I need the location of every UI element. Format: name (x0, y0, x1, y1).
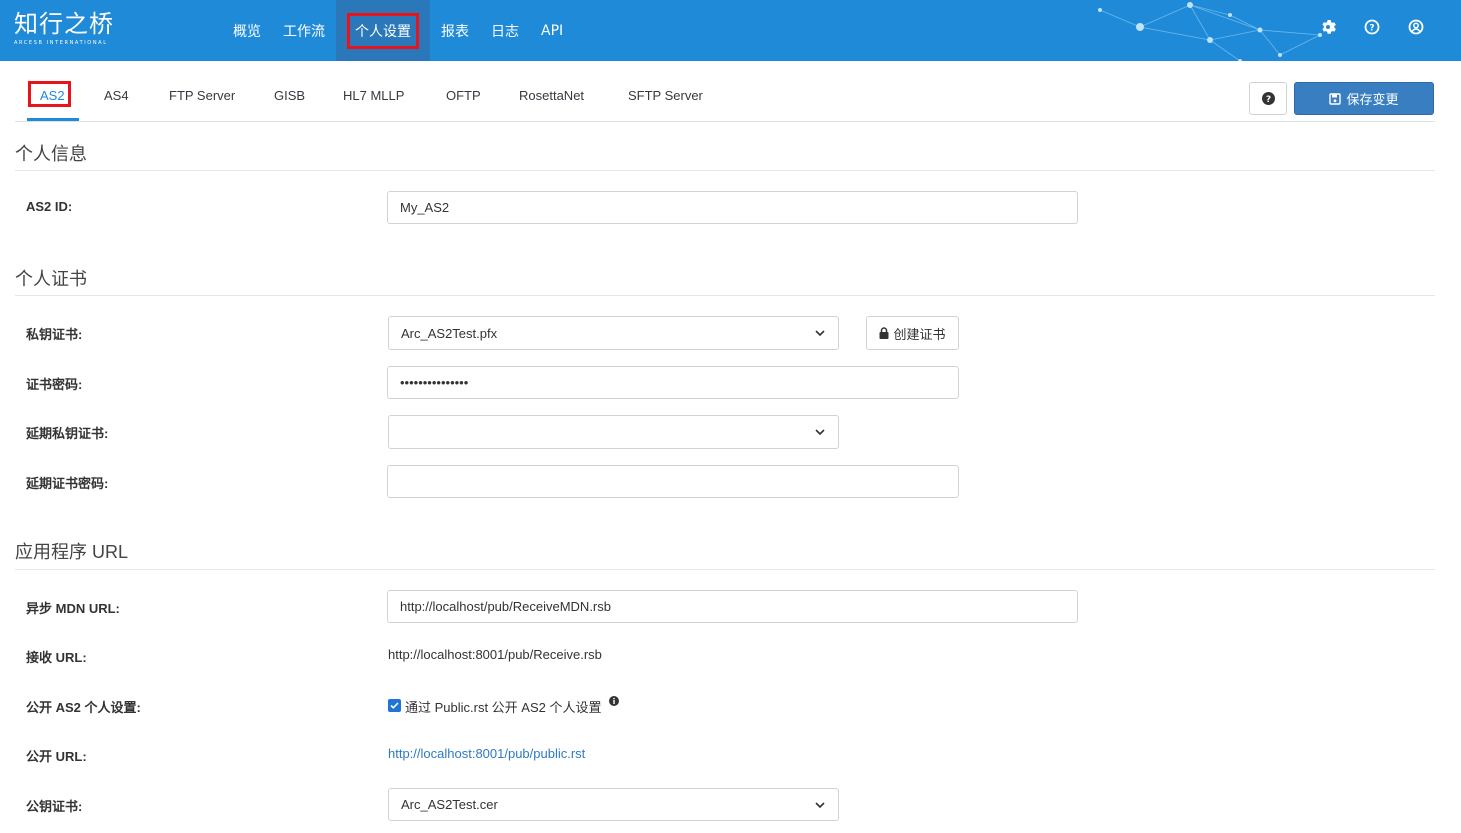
create-cert-label: 创建证书 (893, 327, 946, 343)
chevron-down-icon (815, 429, 825, 436)
tab-oftp[interactable]: OFTP (446, 88, 481, 103)
info-icon[interactable] (609, 696, 619, 706)
gear-icon[interactable] (1320, 19, 1336, 35)
nav-label: 工作流 (283, 23, 325, 40)
section-title-personal-cert: 个人证书 (15, 269, 87, 289)
svg-text:?: ? (1369, 24, 1374, 34)
nav-logs[interactable]: 日志 (480, 0, 530, 61)
nav-label: 日志 (491, 23, 519, 40)
async-mdn-url-value: http://localhost/pub/ReceiveMDN.rsb (400, 599, 611, 614)
chevron-down-icon (815, 330, 825, 337)
ext-private-cert-select[interactable] (388, 415, 839, 449)
async-mdn-url-input[interactable]: http://localhost/pub/ReceiveMDN.rsb (387, 590, 1078, 623)
tab-ftp-server[interactable]: FTP Server (169, 88, 235, 103)
async-mdn-url-label: 异步 MDN URL: (26, 601, 120, 616)
public-cert-select[interactable]: Arc_AS2Test.cer (388, 788, 839, 821)
save-icon (1329, 92, 1342, 105)
save-label: 保存变更 (1346, 93, 1399, 108)
section-title-app-url: 应用程序 URL (15, 542, 129, 562)
cert-password-input[interactable]: ••••••••••••••• (387, 366, 959, 399)
ext-private-cert-label: 延期私钥证书: (26, 426, 109, 441)
tab-gisb[interactable]: GISB (274, 88, 305, 103)
tab-as4[interactable]: AS4 (104, 88, 129, 103)
as2-id-label: AS2 ID: (26, 199, 73, 214)
nav-label: 个人设置 (347, 12, 419, 49)
nav-api[interactable]: API (530, 0, 574, 61)
create-cert-button[interactable]: 创建证书 (866, 316, 959, 350)
ext-cert-password-label: 延期证书密码: (26, 476, 109, 491)
divider (15, 170, 1435, 171)
top-icons: ? (1320, 19, 1424, 35)
tab-highlight-box (28, 81, 71, 107)
divider (15, 569, 1435, 570)
publish-profile-label: 公开 AS2 个人设置: (26, 700, 141, 715)
tab-rosettanet[interactable]: RosettaNet (519, 88, 584, 103)
nav-label: 报表 (441, 23, 469, 40)
divider (15, 295, 1435, 296)
help-circle-icon[interactable]: ? (1364, 19, 1380, 35)
cert-password-value: ••••••••••••••• (400, 375, 469, 390)
nav-reports[interactable]: 报表 (430, 0, 480, 61)
as2-id-input[interactable]: My_AS2 (387, 191, 1078, 224)
tab-hl7-mllp[interactable]: HL7 MLLP (343, 88, 404, 103)
publish-profile-checkbox-label[interactable]: 通过 Public.rst 公开 AS2 个人设置 (405, 697, 601, 716)
ext-cert-password-input[interactable] (387, 465, 959, 498)
logo-text: 知行之桥 (14, 10, 114, 38)
main-nav: 概览 工作流 个人设置 报表 日志 API (222, 0, 574, 61)
logo-subtext: ARCESB INTERNATIONAL (14, 40, 108, 46)
nav-workflow[interactable]: 工作流 (272, 0, 336, 61)
nav-label: API (541, 22, 564, 39)
chevron-down-icon (815, 802, 825, 809)
receive-url-value: http://localhost:8001/pub/Receive.rsb (388, 647, 602, 662)
cert-password-label: 证书密码: (26, 377, 83, 392)
receive-url-label: 接收 URL: (26, 650, 87, 665)
private-cert-label: 私钥证书: (26, 327, 83, 342)
question-icon: ? (1261, 92, 1275, 105)
user-circle-icon[interactable] (1408, 19, 1424, 35)
save-changes-button[interactable]: 保存变更 (1294, 82, 1434, 115)
brand-logo[interactable]: 知行之桥 ARCESB INTERNATIONAL (14, 10, 114, 46)
public-cert-value: Arc_AS2Test.cer (401, 797, 498, 812)
connector-tabs: AS2 AS4 FTP Server GISB HL7 MLLP OFTP Ro… (15, 62, 1435, 122)
svg-text:?: ? (1265, 95, 1270, 105)
tab-active-underline (27, 118, 79, 121)
tab-sftp-server[interactable]: SFTP Server (628, 88, 703, 103)
public-url-label: 公开 URL: (26, 749, 87, 764)
publish-profile-checkbox[interactable] (388, 699, 401, 712)
lock-icon (879, 327, 889, 339)
help-button[interactable]: ? (1249, 82, 1287, 115)
public-cert-label: 公钥证书: (26, 799, 83, 814)
private-cert-select[interactable]: Arc_AS2Test.pfx (388, 316, 839, 350)
public-url-link[interactable]: http://localhost:8001/pub/public.rst (388, 746, 585, 761)
section-title-personal-info: 个人信息 (15, 144, 87, 164)
nav-overview[interactable]: 概览 (222, 0, 272, 61)
as2-id-value: My_AS2 (400, 200, 450, 215)
private-cert-value: Arc_AS2Test.pfx (401, 325, 498, 341)
nav-profile[interactable]: 个人设置 (336, 0, 430, 61)
checkmark-icon (390, 702, 399, 709)
top-navbar: 知行之桥 ARCESB INTERNATIONAL 概览 工作流 个人设置 报表… (0, 0, 1461, 61)
nav-label: 概览 (233, 23, 261, 40)
